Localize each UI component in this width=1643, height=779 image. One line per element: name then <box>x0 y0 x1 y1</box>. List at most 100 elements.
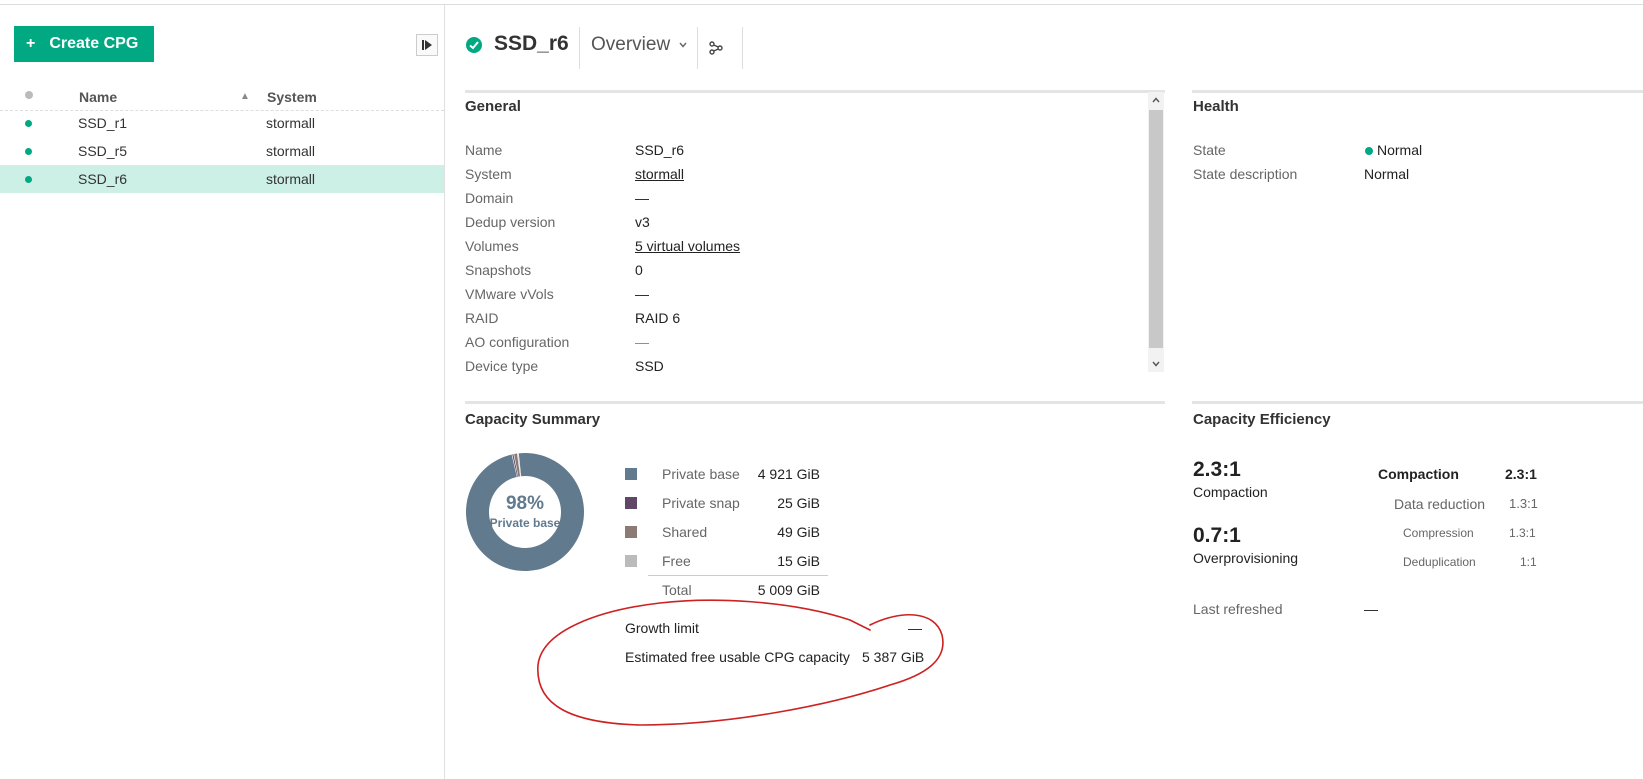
panel-divider <box>1192 90 1643 93</box>
total-label: Total <box>662 582 692 598</box>
general-label: Domain <box>465 190 514 206</box>
legend-label: Free <box>662 553 691 569</box>
state-value: Normal <box>1377 142 1423 158</box>
sort-ascending-icon[interactable]: ▲ <box>240 91 250 102</box>
system-column-header[interactable]: System <box>267 89 317 105</box>
name-column-header[interactable]: Name <box>79 89 117 105</box>
eff-table-value: 1.3:1 <box>1509 526 1536 540</box>
panel-divider <box>1192 401 1643 404</box>
general-label: Name <box>465 142 503 158</box>
collapse-panel-icon <box>422 40 432 50</box>
general-value: v3 <box>635 214 650 230</box>
page-title: SSD_r6 <box>494 32 569 55</box>
eff-table-value: 2.3:1 <box>1505 466 1537 482</box>
general-value: SSD <box>635 358 664 374</box>
donut-percent: 98% <box>506 493 544 514</box>
eff-table-label: Data reduction <box>1394 496 1486 512</box>
cpg-list-panel: + Create CPG Name ▲ System SSD_r1 storma… <box>0 5 445 779</box>
state-description-label: State description <box>1193 166 1298 182</box>
compaction-ratio: 2.3:1 <box>1193 458 1241 481</box>
health-title: Health <box>1193 98 1239 115</box>
system-link[interactable]: stormall <box>635 166 684 182</box>
header-divider <box>697 27 698 69</box>
legend-label: Shared <box>662 524 708 540</box>
list-header: Name ▲ System <box>0 83 444 111</box>
eff-table-label: Compaction <box>1378 466 1459 482</box>
general-label: AO configuration <box>465 334 570 350</box>
free-swatch <box>625 555 637 567</box>
collapse-panel-button[interactable] <box>416 34 438 56</box>
general-label: Dedup version <box>465 214 556 230</box>
legend-value: 4 921 GiB <box>757 466 820 482</box>
scrollbar-thumb[interactable] <box>1149 110 1163 348</box>
total-value: 5 009 GiB <box>757 582 820 598</box>
status-dot-icon <box>25 120 32 127</box>
last-refreshed-value: — <box>1364 601 1378 617</box>
overprovisioning-ratio: 0.7:1 <box>1193 524 1241 547</box>
estimated-free-label: Estimated free usable CPG capacity <box>625 649 850 665</box>
shared-swatch <box>625 526 637 538</box>
general-title: General <box>465 98 521 115</box>
private-snap-swatch <box>625 497 637 509</box>
legend-value: 49 GiB <box>777 524 820 540</box>
list-item-system: stormall <box>266 171 316 187</box>
general-value: — <box>635 286 649 302</box>
eff-table-value: 1.3:1 <box>1509 496 1538 511</box>
header-divider <box>742 27 743 69</box>
total-divider <box>648 575 828 576</box>
growth-limit-label: Growth limit <box>625 620 699 636</box>
list-item[interactable]: SSD_r1 stormall <box>0 109 444 137</box>
scroll-down-icon[interactable] <box>1148 356 1164 372</box>
legend-value: 25 GiB <box>777 495 820 511</box>
scroll-up-icon[interactable] <box>1148 92 1164 108</box>
create-cpg-button[interactable]: + Create CPG <box>14 26 154 62</box>
eff-table-label: Compression <box>1403 526 1474 540</box>
general-value: — <box>635 190 649 206</box>
general-value: SSD_r6 <box>635 142 685 158</box>
general-label: Snapshots <box>465 262 532 278</box>
view-selector-label: Overview <box>591 34 671 55</box>
general-label: Volumes <box>465 238 519 254</box>
chevron-down-icon <box>679 42 687 48</box>
list-item-name: SSD_r1 <box>78 115 128 131</box>
eff-table-value: 1:1 <box>1520 555 1537 569</box>
list-item-name: SSD_r5 <box>78 143 128 159</box>
share-icon[interactable] <box>708 40 724 56</box>
general-label: RAID <box>465 310 499 326</box>
status-dot-icon <box>25 148 32 155</box>
list-item-selected[interactable]: SSD_r6 stormall <box>0 165 444 193</box>
volumes-link[interactable]: 5 virtual volumes <box>635 238 740 254</box>
capacity-donut-chart: 98% Private base <box>466 453 584 571</box>
state-label: State <box>1193 142 1226 158</box>
overprovisioning-ratio-label: Overprovisioning <box>1193 550 1299 566</box>
general-label: System <box>465 166 512 182</box>
list-item-system: stormall <box>266 115 316 131</box>
compaction-ratio-label: Compaction <box>1193 484 1268 500</box>
general-scrollbar[interactable] <box>1148 92 1164 372</box>
status-dot-icon <box>1365 147 1373 155</box>
capacity-summary-title: Capacity Summary <box>465 411 601 428</box>
list-item-system: stormall <box>266 143 316 159</box>
create-cpg-label: Create CPG <box>49 35 139 52</box>
status-dot-icon <box>25 176 32 183</box>
general-value: RAID 6 <box>635 310 681 326</box>
general-value: 0 <box>635 262 643 278</box>
legend-value: 15 GiB <box>777 553 820 569</box>
growth-limit-value: — <box>908 620 922 636</box>
estimated-free-value: 5 387 GiB <box>862 649 925 665</box>
general-value: — <box>635 334 649 350</box>
panel-divider <box>465 90 1165 93</box>
capacity-efficiency-title: Capacity Efficiency <box>1193 411 1331 428</box>
last-refreshed-label: Last refreshed <box>1193 601 1283 617</box>
status-column-icon[interactable] <box>25 91 33 99</box>
list-item-name: SSD_r6 <box>78 171 128 187</box>
general-label: Device type <box>465 358 539 374</box>
list-item[interactable]: SSD_r5 stormall <box>0 137 444 165</box>
private-base-swatch <box>625 468 637 480</box>
panel-divider <box>465 401 1165 404</box>
view-selector[interactable]: Overview <box>591 34 688 56</box>
plus-icon: + <box>26 35 36 52</box>
status-ok-icon <box>466 37 482 53</box>
header-divider <box>579 27 580 69</box>
donut-label: Private base <box>490 516 561 530</box>
